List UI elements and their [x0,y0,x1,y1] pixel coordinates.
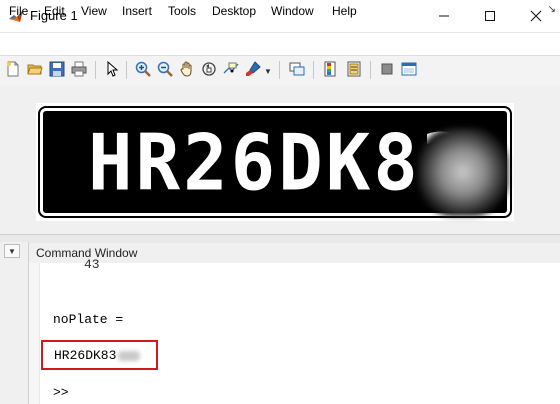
open-file-icon [27,64,43,75]
maximize-icon [485,11,495,21]
variable-name-line: noPlate = [53,312,124,327]
edit-plot-button[interactable] [102,59,122,79]
toolbar-separator [313,61,314,79]
toolbar-separator [95,61,96,79]
plate-characters: HR26DK83 [88,117,469,209]
zoom-in-icon [135,61,151,77]
menu-view[interactable]: View [81,4,107,18]
dock-arrow-icon[interactable]: ↘ [548,4,556,15]
pan-button[interactable] [177,59,197,79]
command-window-body[interactable] [29,263,560,404]
new-figure-button[interactable] [3,59,23,79]
pan-hand-icon [180,61,192,77]
save-icon [49,61,65,77]
menu-window[interactable]: Window [271,4,314,18]
toolbar-separator [126,61,127,79]
hide-plot-tools-button[interactable] [377,59,397,79]
zoom-out-icon [157,61,173,77]
maximize-button[interactable] [467,0,513,32]
brush-dropdown-icon[interactable]: ▼ [264,67,272,76]
panel-splitter[interactable] [0,234,560,243]
menu-insert[interactable]: Insert [122,4,152,18]
result-highlight-box [41,340,158,370]
show-plot-tools-button[interactable] [399,59,419,79]
previous-output-line: 43 [84,257,100,272]
plate-blurred-digits [418,128,508,216]
show-plot-tools-icon [401,62,417,76]
rotate-3d-icon [202,62,216,76]
menu-edit[interactable]: Edit [44,4,65,18]
minimize-button[interactable] [421,0,467,32]
collapse-panel-icon[interactable]: ▼ [4,244,20,258]
insert-legend-icon [347,61,361,77]
toolbar-separator [279,61,280,79]
insert-colorbar-button[interactable] [320,59,340,79]
brush-button[interactable] [243,59,263,79]
menu-help[interactable]: Help [332,4,357,18]
save-button[interactable] [47,59,67,79]
hide-plot-tools-icon [381,63,393,75]
insert-legend-button[interactable] [344,59,364,79]
brush-icon [246,61,261,76]
new-figure-icon [7,61,19,77]
menu-file[interactable]: File [9,4,28,18]
data-cursor-icon [223,62,239,74]
link-plot-icon [289,62,305,76]
close-icon [530,10,542,22]
print-button[interactable] [69,59,89,79]
print-icon [71,61,87,77]
menu-tools[interactable]: Tools [168,4,196,18]
link-plot-button[interactable] [287,59,307,79]
menu-bar [0,33,560,55]
data-cursor-button[interactable] [221,59,241,79]
rotate-3d-button[interactable] [199,59,219,79]
minimize-icon [439,15,449,17]
zoom-out-button[interactable] [155,59,175,79]
command-prompt[interactable]: >> [53,385,69,400]
zoom-in-button[interactable] [133,59,153,79]
edit-plot-arrow-icon [107,61,119,77]
insert-colorbar-icon [324,61,336,77]
left-panel-strip [0,242,29,404]
menu-desktop[interactable]: Desktop [212,4,256,18]
command-window-gutter [29,263,40,404]
open-file-button[interactable] [25,59,45,79]
toolbar-separator [370,61,371,79]
